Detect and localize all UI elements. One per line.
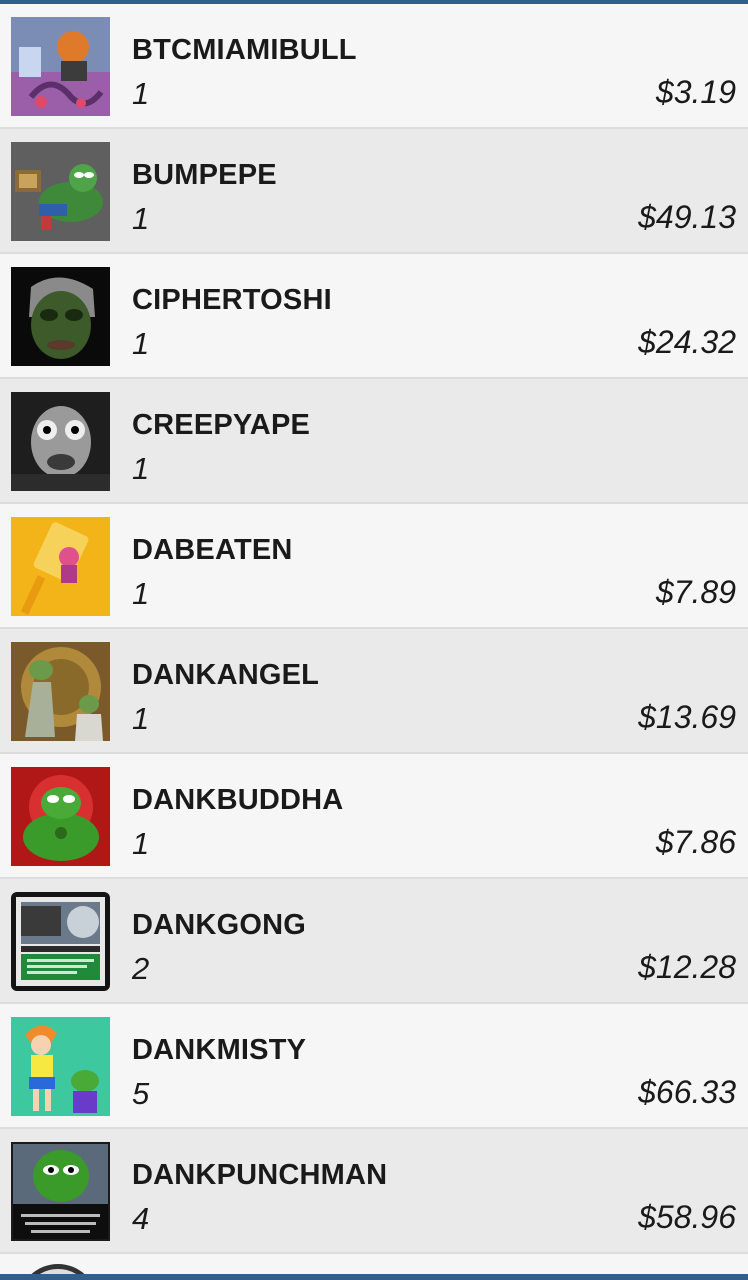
asset-quantity: 1 (132, 576, 150, 611)
asset-quantity: 1 (132, 201, 150, 236)
asset-price: $58.96 (638, 1199, 736, 1235)
pepe-angel-art-icon (11, 642, 110, 741)
asset-row-dankmisty[interactable]: DANKMISTY 5 $66.33 (0, 1004, 748, 1129)
asset-name: CREEPYAPE (132, 409, 311, 441)
green-face-portrait-icon (11, 267, 110, 366)
bottom-accent-bar (0, 1274, 748, 1280)
asset-name: DANKBUDDHA (132, 784, 344, 816)
asset-name: DANKGONG (132, 909, 306, 941)
asset-row-dabeaten[interactable]: DABEATEN 1 $7.89 (0, 504, 748, 629)
partial-asset-thumb-icon (18, 1264, 98, 1274)
asset-row-bumpepe[interactable]: BUMPEPE 1 $49.13 (0, 129, 748, 254)
asset-row-btcmiamibull[interactable]: BTCMIAMIBULL 1 $3.19 (0, 4, 748, 129)
asset-price: $13.69 (638, 699, 736, 735)
asset-quantity: 1 (132, 326, 150, 361)
asset-quantity: 1 (132, 701, 150, 736)
asset-name: BTCMIAMIBULL (132, 34, 357, 66)
creepy-ape-face-icon (11, 392, 110, 491)
asset-quantity: 1 (132, 451, 150, 486)
asset-row-dankangel[interactable]: DANKANGEL 1 $13.69 (0, 629, 748, 754)
asset-row-dankgong[interactable]: DANKGONG 2 $12.28 (0, 879, 748, 1004)
pepe-buddha-art-icon (11, 767, 110, 866)
asset-name: DANKANGEL (132, 659, 320, 691)
asset-price: $66.33 (638, 1074, 736, 1110)
fly-swatter-art-icon (11, 517, 110, 616)
asset-row-dankbuddha[interactable]: DANKBUDDHA 1 $7.86 (0, 754, 748, 879)
asset-price: $7.86 (655, 824, 736, 860)
asset-price: $7.89 (655, 574, 736, 610)
asset-quantity: 4 (132, 1201, 150, 1236)
bull-robot-art-icon (11, 17, 110, 116)
punchman-pepe-art-icon (11, 1142, 110, 1241)
asset-quantity: 5 (132, 1076, 150, 1111)
asset-row-ciphertoshi[interactable]: CIPHERTOSHI 1 $24.32 (0, 254, 748, 379)
asset-row-creepyape[interactable]: CREEPYAPE 1 (0, 379, 748, 504)
asset-name: DANKPUNCHMAN (132, 1159, 388, 1191)
asset-row-partial[interactable] (0, 1254, 748, 1274)
asset-price: $12.28 (638, 949, 736, 985)
asset-quantity: 1 (132, 826, 150, 861)
asset-name: BUMPEPE (132, 159, 277, 191)
misty-pepe-art-icon (11, 1017, 110, 1116)
asset-quantity: 2 (132, 951, 150, 986)
asset-name: CIPHERTOSHI (132, 284, 332, 316)
asset-price: $49.13 (638, 199, 736, 235)
asset-price: $24.32 (638, 324, 736, 360)
pepe-lying-art-icon (11, 142, 110, 241)
asset-name: DANKMISTY (132, 1034, 307, 1066)
asset-name: DABEATEN (132, 534, 293, 566)
asset-list: BTCMIAMIBULL 1 $3.19 BUMPEPE 1 $49.13 CI… (0, 4, 748, 1254)
asset-quantity: 1 (132, 76, 150, 111)
dankgong-card-icon (11, 892, 110, 991)
asset-row-dankpunchman[interactable]: DANKPUNCHMAN 4 $58.96 (0, 1129, 748, 1254)
asset-price: $3.19 (655, 74, 736, 110)
